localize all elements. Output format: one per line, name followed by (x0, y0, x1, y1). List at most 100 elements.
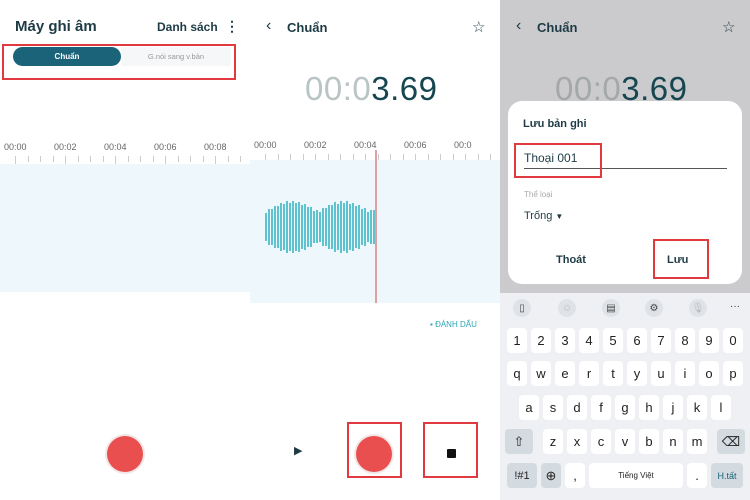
key-5[interactable]: 5 (603, 328, 623, 353)
key-3[interactable]: 3 (555, 328, 575, 353)
key-i[interactable]: i (675, 361, 695, 386)
waveform-bar (298, 201, 300, 253)
comma-key[interactable]: , (565, 463, 585, 488)
key-s[interactable]: s (543, 395, 563, 420)
back-icon[interactable]: ‹ (266, 17, 271, 35)
key-x[interactable]: x (567, 429, 587, 454)
waveform-bar (340, 201, 342, 253)
list-button[interactable]: Danh sách (157, 20, 218, 34)
play-icon[interactable]: ▶ (294, 444, 302, 457)
cancel-button[interactable]: Thoát (556, 254, 586, 266)
key-c[interactable]: c (591, 429, 611, 454)
key-v[interactable]: v (615, 429, 635, 454)
key-4[interactable]: 4 (579, 328, 599, 353)
timeline-tick (227, 156, 229, 162)
playhead[interactable] (375, 150, 377, 303)
waveform-bar (301, 204, 303, 250)
key-g[interactable]: g (615, 395, 635, 420)
key-w[interactable]: w (531, 361, 551, 386)
timeline-tick (40, 156, 41, 162)
settings-icon[interactable]: ⚙ (645, 299, 663, 317)
highlight-box (514, 143, 602, 178)
key-m[interactable]: m (687, 429, 707, 454)
key-l[interactable]: l (711, 395, 731, 420)
key-u[interactable]: u (651, 361, 671, 386)
key-6[interactable]: 6 (627, 328, 647, 353)
waveform-bar (304, 203, 306, 250)
key-j[interactable]: j (663, 395, 683, 420)
key-a[interactable]: a (519, 395, 539, 420)
key-9[interactable]: 9 (699, 328, 719, 353)
category-select[interactable]: Trống ▼ (524, 210, 563, 222)
key-q[interactable]: q (507, 361, 527, 386)
key-d[interactable]: d (567, 395, 587, 420)
key-o[interactable]: o (699, 361, 719, 386)
highlight-box (653, 239, 709, 279)
keyboard: ▯ ☺ ▤ ⚙ 🎙 ··· 1234567890 qwertyuiop asdf… (500, 293, 750, 500)
clipboard-icon[interactable]: ▯ (513, 299, 531, 317)
globe-icon[interactable]: ⊕ (541, 463, 561, 488)
waveform-bar (280, 203, 282, 251)
star-icon[interactable]: ☆ (472, 18, 485, 36)
more-vertical-icon[interactable]: ⋮ (225, 18, 239, 35)
microphone-icon[interactable]: 🎙 (689, 299, 707, 317)
space-key[interactable]: Tiếng Việt (589, 463, 683, 488)
period-key[interactable]: . (687, 463, 707, 488)
timeline-tick (102, 156, 104, 162)
key-h[interactable]: h (639, 395, 659, 420)
key-t[interactable]: t (603, 361, 623, 386)
more-icon[interactable]: ··· (730, 301, 740, 312)
key-r[interactable]: r (579, 361, 599, 386)
key-p[interactable]: p (723, 361, 743, 386)
key-n[interactable]: n (663, 429, 683, 454)
waveform-bar (295, 203, 297, 251)
waveform-bar (361, 208, 363, 246)
text-icon[interactable]: ▤ (602, 299, 620, 317)
panel-recording: ‹ Chuẩn ☆ 00:03.69 00:00 00:02 00:04 00:06 0… (250, 0, 500, 500)
timeline-tick (27, 156, 29, 162)
star-icon[interactable]: ☆ (722, 18, 735, 36)
key-0[interactable]: 0 (723, 328, 743, 353)
waveform-bar (337, 203, 339, 251)
key-1[interactable]: 1 (507, 328, 527, 353)
timeline-label: 00:06 (154, 142, 177, 152)
waveform-bar (310, 206, 312, 248)
waveform-bar (316, 210, 318, 244)
key-b[interactable]: b (639, 429, 659, 454)
save-dialog: Lưu bản ghi Thoại 001 Thể loại Trống ▼ T… (508, 101, 742, 284)
symbols-key[interactable]: !#1 (507, 463, 537, 488)
backspace-key[interactable]: ⌫ (717, 429, 745, 454)
timeline-ruler: 00:00 00:02 00:04 00:06 00:08 (0, 142, 250, 166)
waveform-bar (322, 207, 324, 247)
emoji-icon[interactable]: ☺ (558, 299, 576, 317)
waveform-bar (274, 205, 276, 249)
highlight-box (347, 422, 402, 478)
waveform-bar (331, 205, 333, 249)
done-key[interactable]: H.tất (711, 463, 743, 488)
record-button[interactable] (107, 436, 143, 472)
waveform-bar (328, 204, 330, 250)
waveform-bar (334, 202, 336, 252)
timeline-tick (77, 156, 79, 162)
key-f[interactable]: f (591, 395, 611, 420)
dropdown-icon: ▼ (555, 212, 564, 221)
waveform-bar (325, 208, 327, 246)
shift-key[interactable]: ⇧ (505, 429, 533, 454)
key-8[interactable]: 8 (675, 328, 695, 353)
key-7[interactable]: 7 (651, 328, 671, 353)
bookmark-button[interactable]: ▪ ĐÁNH DẤU (430, 320, 477, 329)
timeline-label: 00:02 (54, 142, 77, 152)
waveform-bar (283, 204, 285, 250)
timeline-tick (240, 156, 241, 162)
key-z[interactable]: z (543, 429, 563, 454)
key-2[interactable]: 2 (531, 328, 551, 353)
waveform-bar (370, 210, 372, 244)
waveform-bar (313, 210, 315, 244)
key-y[interactable]: y (627, 361, 647, 386)
timeline-tick (90, 156, 91, 162)
highlight-box (423, 422, 478, 478)
back-icon[interactable]: ‹ (516, 17, 521, 35)
app-title: Máy ghi âm (15, 18, 97, 35)
key-e[interactable]: e (555, 361, 575, 386)
key-k[interactable]: k (687, 395, 707, 420)
